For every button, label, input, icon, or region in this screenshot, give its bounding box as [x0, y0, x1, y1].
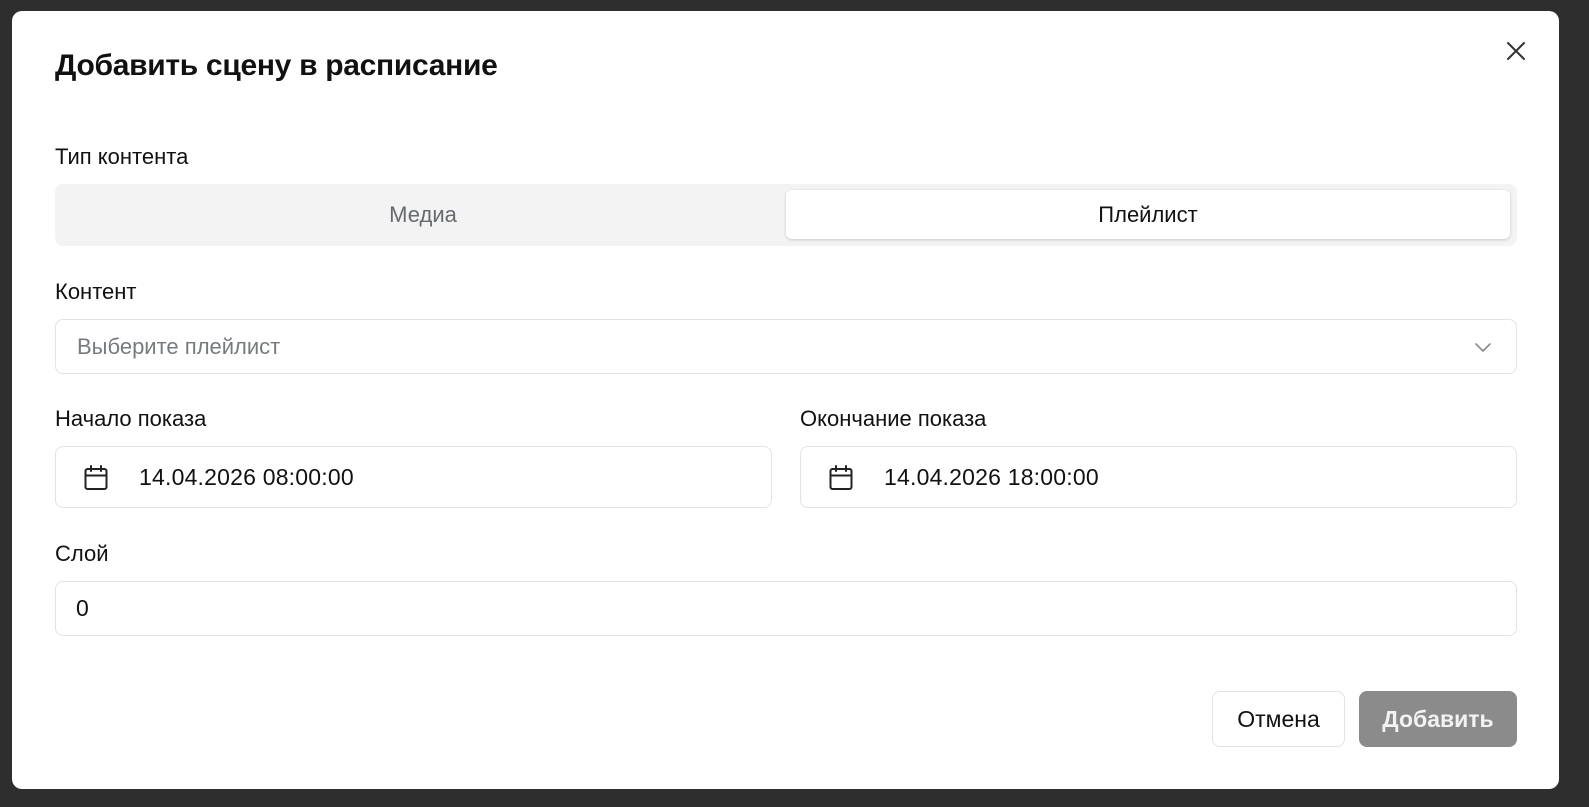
close-button[interactable]	[1502, 37, 1530, 65]
start-label: Начало показа	[55, 406, 207, 431]
start-datetime-value: 14.04.2026 08:00:00	[139, 463, 354, 490]
content-select-placeholder: Выберите плейлист	[77, 333, 281, 359]
calendar-icon	[829, 465, 853, 490]
add-scene-dialog: Добавить сцену в расписание Тип контента…	[12, 11, 1559, 789]
content-type-option-media[interactable]: Медиа	[61, 190, 785, 239]
content-type-toggle: Медиа Плейлист	[55, 184, 1517, 246]
close-icon	[1507, 42, 1525, 60]
end-datetime-value: 14.04.2026 18:00:00	[884, 463, 1099, 490]
layer-input-value: 0	[76, 595, 89, 621]
layer-input[interactable]: 0	[55, 581, 1517, 636]
add-button[interactable]: Добавить	[1359, 691, 1517, 747]
cancel-button[interactable]: Отмена	[1212, 691, 1345, 747]
content-type-label: Тип контента	[55, 144, 189, 169]
end-label: Окончание показа	[800, 406, 987, 431]
content-label: Контент	[55, 279, 137, 304]
content-select[interactable]: Выберите плейлист	[55, 319, 1517, 374]
chevron-down-icon	[1475, 343, 1491, 352]
layer-label: Слой	[55, 541, 109, 566]
dialog-title: Добавить сцену в расписание	[55, 49, 498, 82]
content-type-option-playlist[interactable]: Плейлист	[786, 190, 1510, 239]
end-datetime-field[interactable]: 14.04.2026 18:00:00	[800, 446, 1517, 508]
calendar-icon	[84, 465, 108, 490]
start-datetime-field[interactable]: 14.04.2026 08:00:00	[55, 446, 772, 508]
